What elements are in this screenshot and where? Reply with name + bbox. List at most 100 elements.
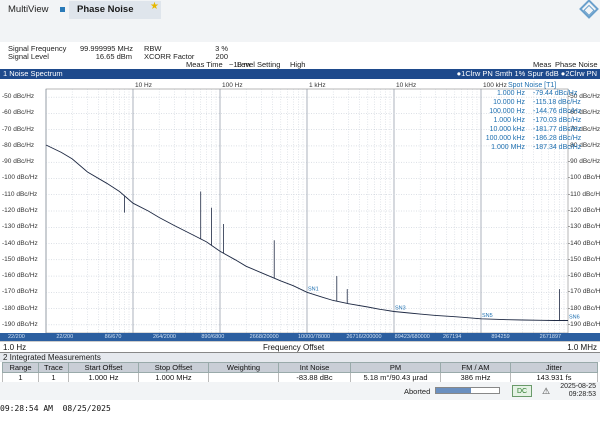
table-cell: 386 mHz	[440, 372, 511, 383]
table-header: Jitter	[510, 362, 598, 373]
spot-noise-value: -186.28 dBc/Hz	[533, 135, 582, 142]
integrated-measurements-table: Range Trace Start Offset Stop Offset Wei…	[2, 362, 598, 383]
table-header: Range	[2, 362, 39, 373]
footer-timestamp: 09:28:54 AM 08/25/2025	[0, 404, 111, 413]
table-cell: 1	[38, 372, 69, 383]
param-signal-level: Signal Level	[8, 52, 49, 61]
status-aborted: Aborted	[404, 387, 431, 396]
tab-phase-noise[interactable]: Phase Noise	[69, 1, 161, 19]
y-axis-label: -130 dBc/Hz	[2, 223, 38, 231]
spot-marker-label: SN1	[308, 286, 319, 292]
y-axis-label: -190 dBc/Hz	[2, 320, 38, 328]
y-axis-label: -140 dBc/Hz	[568, 239, 600, 247]
top-decade-label: 100 Hz	[222, 82, 243, 89]
tick-bar-label: 10000/78000	[298, 334, 331, 340]
y-axis-label: -100 dBc/Hz	[568, 174, 600, 182]
tick-bar-label: 267194	[443, 334, 462, 340]
y-axis-label: -70 dBc/Hz	[2, 125, 35, 133]
x-axis-label: Frequency Offset	[263, 343, 325, 352]
status-date: 2025-08-25	[560, 383, 596, 390]
tab-separator-icon	[60, 7, 65, 12]
status-time: 09:28:53	[568, 391, 596, 398]
y-axis-label: -150 dBc/Hz	[2, 255, 38, 263]
tick-bar-label: 264/2000	[153, 334, 176, 340]
table-header: FM / AM	[440, 362, 511, 373]
y-axis-label: -170 dBc/Hz	[568, 288, 600, 296]
param-label: Signal Level	[8, 52, 49, 61]
table-cell: 1.000 Hz	[68, 372, 139, 383]
x-axis: 1.0 Hz Frequency Offset 1.0 MHz	[0, 341, 600, 352]
tick-bar-label: 22/200	[56, 334, 74, 340]
tab-multiview[interactable]: MultiView	[4, 1, 52, 19]
tick-bar-label: 894259	[491, 334, 510, 340]
tick-bar-label: 2671897	[539, 334, 562, 340]
y-axis-label: -190 dBc/Hz	[568, 320, 600, 328]
spot-marker-label: SN5	[482, 313, 493, 319]
spot-noise-value: -115.18 dBc/Hz	[533, 99, 581, 106]
integrated-measurements-title: 2 Integrated Measurements	[0, 352, 600, 362]
x-axis-start: 1.0 Hz	[3, 343, 27, 352]
y-axis-label: -110 dBc/Hz	[2, 190, 38, 198]
frequency-tick-bar: 22/200 22/200 86/670 264/2000 890/6800 2668/2…	[0, 333, 600, 341]
param-label: Level Setting	[237, 60, 281, 69]
table-header: Int Noise	[278, 362, 351, 373]
y-axis-label: -60 dBc/Hz	[2, 109, 35, 117]
spot-noise-value: -181.77 dBc/Hz	[533, 126, 582, 133]
y-axis-label: -130 dBc/Hz	[568, 223, 600, 231]
y-axis-label: -80 dBc/Hz	[2, 141, 35, 149]
tick-bar-label: 26716/200000	[346, 334, 382, 340]
param-value: High	[290, 60, 306, 69]
y-axis-label: -120 dBc/Hz	[2, 207, 38, 214]
noise-spectrum-window[interactable]: 1 Noise Spectrum ●1Clrw PN Smth 1% Spur …	[0, 69, 600, 352]
spot-noise-title: Spot Noise [T1]	[508, 82, 557, 89]
spot-noise-freq: 1.000 kHz	[493, 117, 525, 124]
spot-noise-freq: 1.000 Hz	[496, 90, 525, 97]
y-axis-label: -50 dBc/Hz	[2, 93, 35, 101]
star-icon[interactable]: ★	[150, 1, 159, 12]
table-cell	[208, 372, 279, 383]
top-decade-label: 100 kHz	[483, 82, 507, 89]
tick-bar-label: 86/670	[104, 334, 122, 340]
table-header: Weighting	[208, 362, 279, 373]
y-axis-label: -100 dBc/Hz	[2, 174, 38, 182]
top-bar: MultiView Phase Noise ★ Signal Frequency…	[0, 0, 600, 69]
table-header: Trace	[38, 362, 69, 373]
tick-bar-label: 890/6800	[201, 334, 225, 340]
spot-noise-freq: 10.000 kHz	[489, 126, 525, 133]
progress-bar	[435, 387, 500, 394]
y-axis-label: -120 dBc/Hz	[568, 207, 600, 214]
spot-noise-freq: 10.000 Hz	[493, 99, 525, 106]
y-axis-label: -90 dBc/Hz	[2, 158, 35, 166]
param-value: 16.65 dBm	[95, 52, 132, 61]
progress-fill	[436, 388, 471, 393]
y-axis-label: -110 dBc/Hz	[568, 190, 600, 198]
spot-marker-label: SN6	[569, 314, 580, 320]
y-axis-label: -160 dBc/Hz	[568, 272, 600, 280]
table-header: Start Offset	[68, 362, 139, 373]
y-axis-label: -160 dBc/Hz	[2, 272, 38, 280]
table-header-row: Range Trace Start Offset Stop Offset Wei…	[2, 362, 598, 373]
alert-icon[interactable]: ⚠	[542, 386, 550, 397]
table-row[interactable]: 1 1 1.000 Hz 1.000 MHz -83.88 dBc 5.18 m…	[2, 372, 598, 383]
table-header: PM	[350, 362, 441, 373]
spot-noise-freq: 1.000 MHz	[491, 144, 525, 151]
top-decade-label: 10 Hz	[135, 82, 152, 89]
brand-logo-icon	[579, 0, 599, 19]
param-label: Meas Time	[186, 60, 223, 69]
spot-noise-value: -187.34 dBc/Hz	[533, 144, 582, 151]
dc-coupling-button[interactable]: DC	[512, 385, 532, 397]
y-axis-label: -170 dBc/Hz	[2, 288, 38, 296]
tick-bar-label: 89423/680000	[394, 334, 430, 340]
spot-noise-freq: 100.000 Hz	[489, 108, 525, 115]
table-cell: 5.18 m°/90.43 µrad	[350, 372, 441, 383]
table-cell: 143.931 fs	[510, 372, 598, 383]
tick-bar-label: 2668/20000	[249, 334, 279, 340]
status-datetime: 2025-08-25 09:28:53	[560, 383, 596, 399]
y-axis-label: -140 dBc/Hz	[2, 239, 38, 247]
spot-noise-value: -79.44 dBc/Hz	[533, 90, 578, 97]
top-decade-label: 1 kHz	[309, 82, 326, 89]
y-axis-label: -150 dBc/Hz	[568, 255, 600, 263]
status-bar: Aborted DC ⚠ 2025-08-25 09:28:53	[0, 382, 600, 400]
y-axis-label: -90 dBc/Hz	[568, 158, 600, 166]
table-cell: -83.88 dBc	[278, 372, 351, 383]
